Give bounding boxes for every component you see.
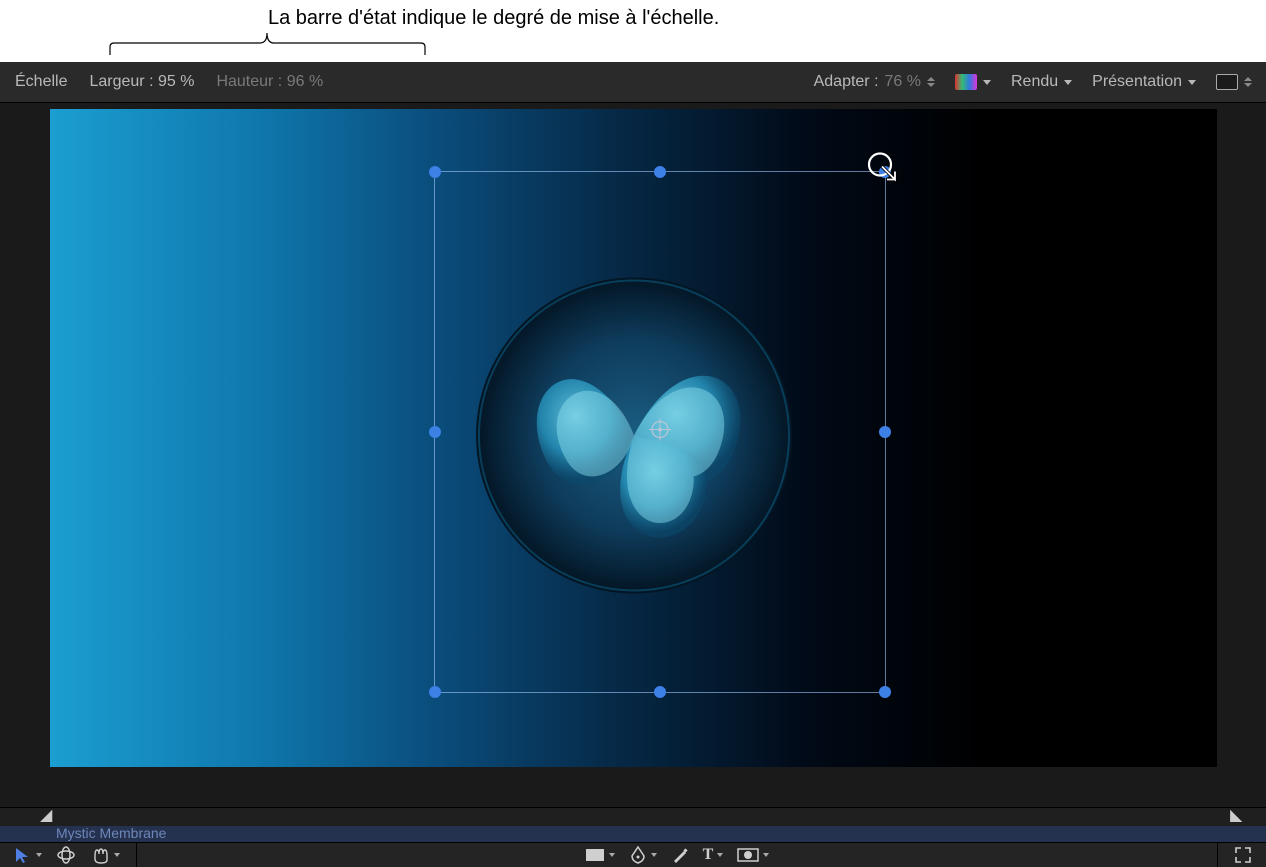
in-point-marker-icon[interactable]: ◢ <box>40 805 52 825</box>
color-channels-icon <box>955 74 977 90</box>
scale-height-readout: Hauteur : 96 % <box>216 73 323 91</box>
active-tool-label: Échelle <box>15 73 67 91</box>
chevron-down-icon <box>609 853 615 857</box>
text-tool-icon[interactable]: T <box>703 846 724 864</box>
annotation-area: La barre d'état indique le degré de mise… <box>0 0 1266 62</box>
canvas-content[interactable] <box>50 109 1217 767</box>
chevron-down-icon <box>651 853 657 857</box>
scale-handle-w[interactable] <box>429 426 441 438</box>
rectangle-tool-icon[interactable] <box>585 848 615 862</box>
mini-timeline-clip[interactable]: Mystic Membrane <box>0 826 1266 843</box>
scale-handle-n[interactable] <box>654 166 666 178</box>
scale-cursor-icon <box>865 150 905 195</box>
chevron-down-icon <box>983 80 991 85</box>
brush-tool-icon[interactable] <box>671 846 689 864</box>
status-bar: Échelle Largeur : 95 % Hauteur : 96 % Ad… <box>0 62 1266 103</box>
app-window: Échelle Largeur : 95 % Hauteur : 96 % Ad… <box>0 62 1266 867</box>
canvas-viewer[interactable] <box>0 103 1266 805</box>
selection-bounding-box[interactable] <box>434 171 886 693</box>
render-menu[interactable]: Rendu <box>1011 73 1072 91</box>
scale-handle-e[interactable] <box>879 426 891 438</box>
chevron-down-icon <box>763 853 769 857</box>
mini-timeline-ruler[interactable]: ◢ ◢ <box>0 807 1266 826</box>
chevron-down-icon <box>114 853 120 857</box>
out-point-marker-icon[interactable]: ◢ <box>1230 805 1242 825</box>
mask-tool-icon[interactable] <box>737 848 769 862</box>
arrow-tool-icon[interactable] <box>14 846 42 864</box>
fit-zoom-value: 76 % <box>885 73 921 91</box>
anchor-point-icon[interactable] <box>649 419 671 446</box>
scale-handle-sw[interactable] <box>429 686 441 698</box>
annotation-text: La barre d'état indique le degré de mise… <box>268 7 719 30</box>
orbit-tool-icon[interactable] <box>56 846 76 864</box>
scale-handle-s[interactable] <box>654 686 666 698</box>
view-menu-label: Présentation <box>1092 73 1182 91</box>
pan-tool-icon[interactable] <box>90 846 120 864</box>
color-channels-menu[interactable] <box>955 74 991 90</box>
screen-preview-icon <box>1216 74 1238 90</box>
fullscreen-icon[interactable] <box>1234 846 1252 864</box>
canvas-tool-belt: T <box>0 842 1266 867</box>
render-menu-label: Rendu <box>1011 73 1058 91</box>
screen-preview-menu[interactable] <box>1216 74 1252 90</box>
view-menu[interactable]: Présentation <box>1092 73 1196 91</box>
annotation-bracket <box>110 33 425 55</box>
fit-zoom-label: Adapter : <box>814 73 879 91</box>
scale-width-readout: Largeur : 95 % <box>89 73 194 91</box>
scale-handle-nw[interactable] <box>429 166 441 178</box>
pen-tool-icon[interactable] <box>629 846 657 864</box>
chevron-down-icon <box>36 853 42 857</box>
clip-name-label: Mystic Membrane <box>56 825 166 841</box>
chevron-down-icon <box>1064 80 1072 85</box>
fit-zoom-control[interactable]: Adapter : 76 % <box>814 73 935 91</box>
chevron-down-icon <box>1188 80 1196 85</box>
scale-handle-se[interactable] <box>879 686 891 698</box>
chevron-down-icon <box>717 853 723 857</box>
